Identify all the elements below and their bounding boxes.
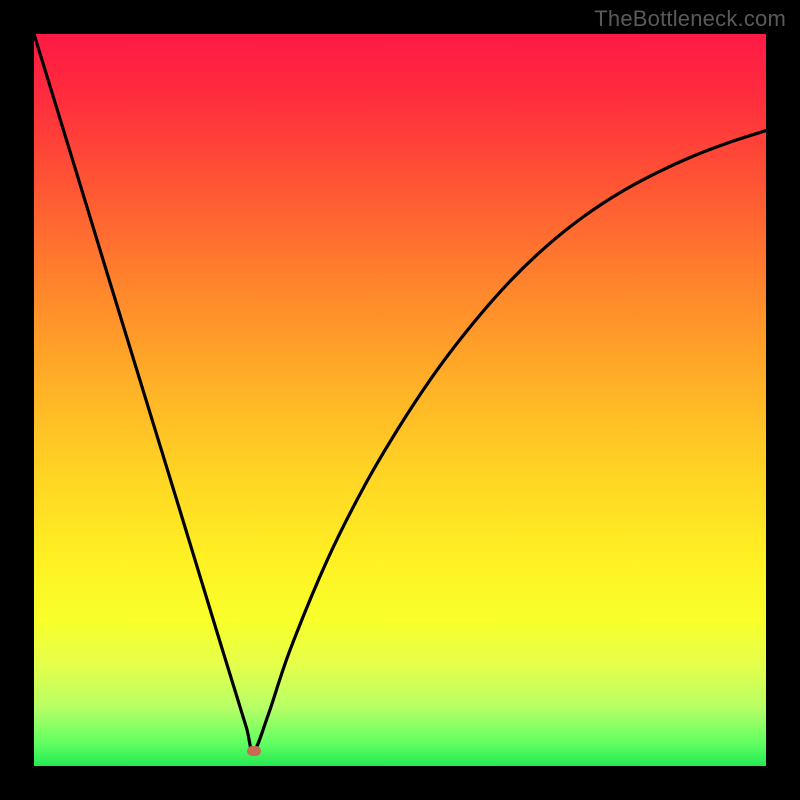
chart-frame: TheBottleneck.com	[0, 0, 800, 800]
watermark-text: TheBottleneck.com	[594, 6, 786, 32]
plot-area	[34, 34, 766, 766]
bottleneck-curve	[34, 34, 766, 766]
minimum-marker	[247, 746, 261, 756]
